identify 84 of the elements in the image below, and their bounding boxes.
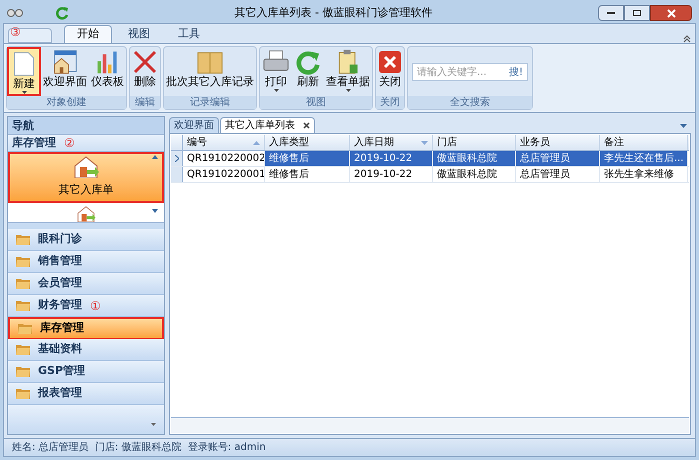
column-header[interactable]: 业务员: [516, 135, 600, 150]
annotation-number: ①: [90, 300, 101, 312]
house-arrow-icon: [73, 156, 99, 178]
column-header[interactable]: 入库类型: [265, 135, 350, 150]
ribbon-button[interactable]: 欢迎界面: [41, 47, 89, 96]
close-icon[interactable]: [303, 122, 310, 129]
house-window-icon: [51, 49, 79, 75]
row-pointer-icon: [174, 155, 178, 162]
window-title: 其它入库单列表 - 傲蓝眼科门诊管理软件: [234, 4, 434, 21]
maximize-button[interactable]: [624, 5, 650, 21]
close-icon: [378, 50, 402, 74]
cross-icon: [132, 49, 158, 75]
sort-descending-icon: [421, 140, 428, 144]
folder-icon: [16, 344, 30, 355]
table-cell: 傲蓝眼科总院: [433, 167, 516, 182]
folder-icon: [16, 300, 30, 311]
status-text: 姓名: 总店管理员 门店: 傲蓝眼科总院 登录账号: admin: [12, 440, 266, 455]
folder-icon: [16, 278, 30, 289]
group-label: 对象创建: [7, 96, 126, 109]
close-icon: [666, 8, 676, 18]
table-row[interactable]: QR1910220002 维修售后 2019-10-22 傲蓝眼科总院 总店管理员 李先生还在售后...: [171, 151, 689, 167]
search-button[interactable]: 搜!: [508, 64, 523, 80]
group-label: 编辑: [130, 96, 160, 109]
table-cell: 李先生还在售后...: [600, 151, 688, 166]
scroll-down-icon[interactable]: [152, 209, 158, 213]
refresh-icon: [294, 49, 322, 75]
table-cell: 张先生拿来维修: [600, 167, 688, 182]
caret-icon[interactable]: [151, 423, 156, 426]
ribbon-tab[interactable]: 工具: [166, 25, 212, 43]
column-header[interactable]: 门店: [433, 135, 516, 150]
table-cell: 维修售后: [265, 167, 350, 182]
nav-module[interactable]: 报表管理: [8, 383, 164, 405]
ribbon-button[interactable]: 查看单据: [324, 47, 372, 96]
column-header[interactable]: 入库日期: [350, 135, 433, 150]
ribbon-button[interactable]: 仪表板: [89, 47, 126, 96]
minimize-button[interactable]: [598, 5, 624, 21]
group-label: 全文搜索: [408, 96, 532, 109]
table-cell: 总店管理员: [516, 167, 600, 182]
nav-module[interactable]: 眼科门诊: [8, 229, 164, 251]
group-label: 关闭: [376, 96, 404, 109]
document-tab[interactable]: 其它入库单列表: [220, 117, 315, 133]
column-header[interactable]: 备注: [600, 135, 688, 150]
sort-ascending-icon: [253, 140, 260, 144]
ribbon-tab[interactable]: 视图: [116, 25, 162, 43]
folder-icon: [16, 234, 30, 245]
folder-icon: [16, 256, 30, 267]
caret-icon[interactable]: [680, 124, 687, 128]
ribbon-button[interactable]: 删除: [130, 47, 160, 96]
folder-icon: [16, 366, 30, 377]
nav-module[interactable]: 库存管理: [8, 317, 164, 339]
table-cell: 2019-10-22: [350, 151, 433, 166]
close-button[interactable]: [650, 5, 692, 21]
column-header[interactable]: 编号: [183, 135, 265, 150]
table-cell: 总店管理员: [516, 151, 600, 166]
panel-title: 导航: [8, 117, 164, 134]
ribbon-button[interactable]: 新建: [7, 47, 41, 96]
folder-icon: [18, 323, 32, 334]
table-cell: 傲蓝眼科总院: [433, 151, 516, 166]
ribbon-tab[interactable]: 开始: [64, 25, 112, 43]
ribbon-button[interactable]: 关闭: [376, 47, 404, 96]
annotation-number: ②: [64, 137, 75, 149]
nav-module[interactable]: 会员管理: [8, 273, 164, 295]
group-label: 视图: [260, 96, 372, 109]
app-icon: [7, 7, 23, 19]
ribbon-button[interactable]: 刷新: [292, 47, 324, 96]
nav-module[interactable]: 财务管理 ①: [8, 295, 164, 317]
table-cell: 维修售后: [265, 151, 350, 166]
scroll-up-icon[interactable]: [152, 155, 158, 159]
nav-item[interactable]: 其它入库单: [8, 152, 164, 203]
document-tab[interactable]: 欢迎界面: [169, 117, 219, 133]
layout-icon[interactable]: [8, 28, 52, 43]
folder-icon: [16, 388, 30, 399]
ribbon-button[interactable]: 批次其它入库记录: [164, 47, 256, 96]
nav-module[interactable]: 基础资料: [8, 339, 164, 361]
ribbon-button[interactable]: 打印: [260, 47, 292, 96]
search-field[interactable]: 请输入关键字... 搜!: [412, 63, 528, 81]
group-label: 记录编辑: [164, 96, 256, 109]
nav-module[interactable]: GSP管理: [8, 361, 164, 383]
page-icon: [11, 51, 37, 77]
collapse-icon[interactable]: [683, 35, 691, 43]
table-cell: 2019-10-22: [350, 167, 433, 182]
nav-module[interactable]: 销售管理: [8, 251, 164, 273]
section-title: 库存管理: [12, 134, 56, 151]
annotation-number: ③: [10, 26, 21, 38]
